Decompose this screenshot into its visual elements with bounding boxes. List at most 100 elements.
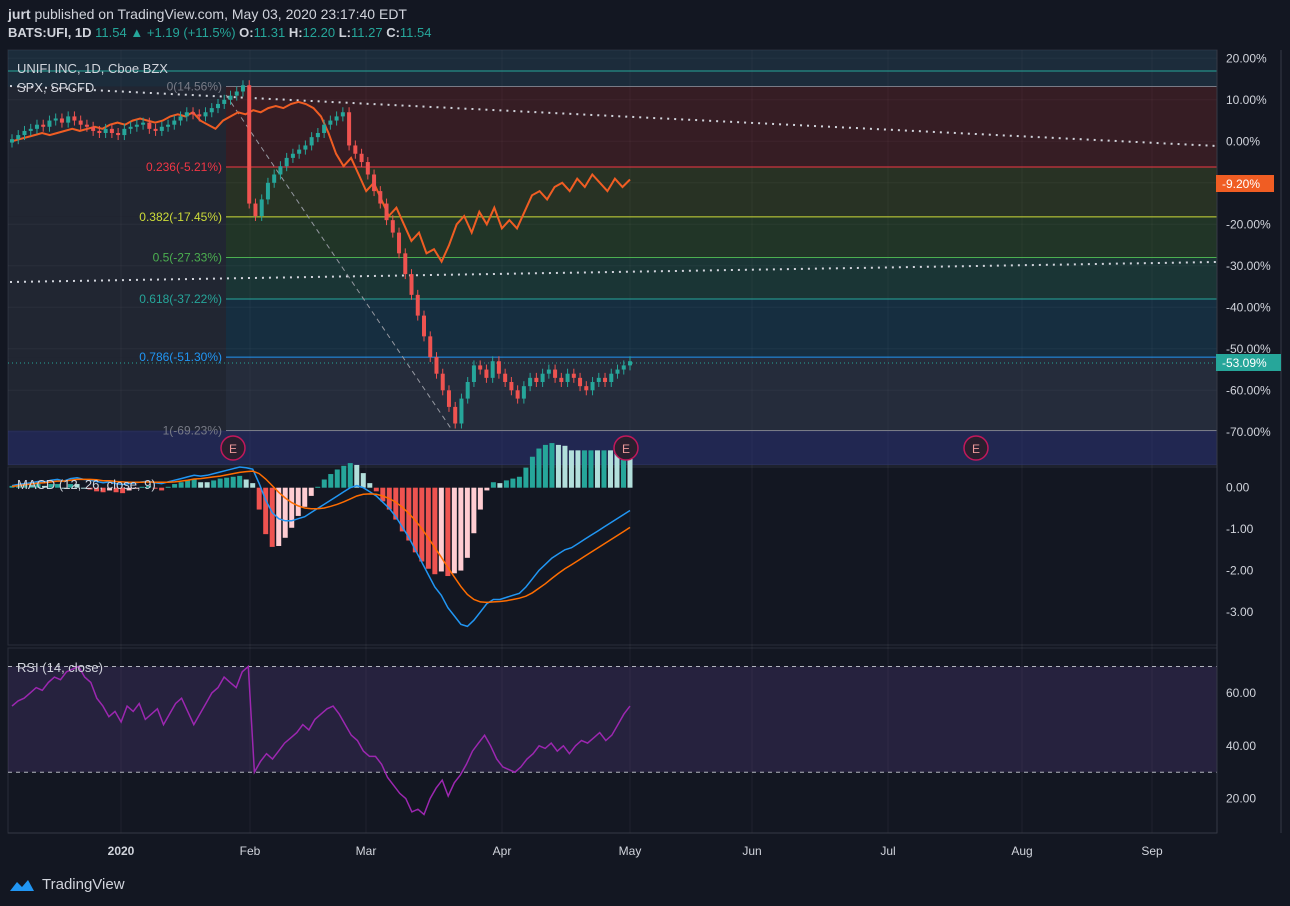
macd-pane-frame (7, 466, 1218, 646)
price-badge: -53.09% (1216, 354, 1281, 371)
macd-histogram-bar (328, 474, 334, 488)
fib-zone-left (8, 357, 226, 431)
candle-body (328, 120, 333, 125)
rsi-axis-label: 60.00 (1226, 686, 1256, 700)
candle-body (409, 274, 414, 295)
price-axis-label: -70.00% (1226, 425, 1271, 439)
macd-histogram-bar (256, 487, 262, 510)
candle-body (47, 120, 52, 127)
macd-histogram-bar (477, 487, 483, 510)
time-axis-label: Jul (880, 844, 895, 858)
earnings-marker-label: E (622, 442, 630, 456)
candle-body (128, 126, 133, 129)
candle-body (334, 116, 339, 121)
macd-histogram-bar (490, 482, 496, 488)
candle-body (278, 166, 283, 175)
fib-retracement[interactable]: 0(14.56%) 0.236(-5.21%) 0.382(-17.45%) 0.5(… (8, 50, 1217, 465)
rsi-band-fill (8, 666, 1217, 773)
spx-badge-text: -9.20% (1222, 177, 1260, 191)
candle-body (596, 377, 601, 382)
candle-body (59, 118, 64, 123)
macd-histogram-bar (282, 487, 288, 538)
macd-histogram-bar (159, 487, 165, 491)
candle-body (446, 390, 451, 407)
candle-body (403, 253, 408, 275)
candle-body (565, 373, 570, 382)
earnings-marker[interactable]: E (220, 435, 246, 461)
macd-histogram-bar (211, 480, 217, 488)
candle-body (159, 126, 164, 131)
time-axis-label: 2020 (108, 844, 135, 858)
macd-histogram-bar (601, 450, 607, 488)
candle-body (490, 361, 495, 378)
brand-name: TradingView (42, 876, 125, 893)
rsi-legend[interactable]: RSI (14, close) (17, 660, 103, 675)
candle-body (384, 203, 389, 221)
macd-histogram-bar (321, 479, 327, 488)
candle-body (184, 112, 189, 117)
macd-histogram-bar (341, 465, 347, 488)
macd-histogram-bar (269, 487, 275, 547)
candle-body (290, 153, 295, 158)
macd-histogram-bar (464, 487, 470, 558)
candle-body (471, 365, 476, 382)
candle-body (197, 114, 202, 117)
candle-body (28, 128, 33, 131)
macd-histogram-bar (230, 476, 236, 488)
candle-body (153, 128, 158, 131)
earnings-marker-label: E (972, 442, 980, 456)
macd-histogram-bar (172, 484, 178, 488)
macd-histogram-bar (204, 482, 210, 488)
candle-body (253, 203, 258, 216)
candle-body (191, 112, 196, 115)
rsi-axis-label: 20.00 (1226, 792, 1256, 806)
main-legend[interactable]: UNIFI INC, 1D, Cboe BZX (17, 61, 168, 76)
candle-body (72, 116, 77, 121)
candle-body (347, 112, 352, 146)
time-axis-label: Aug (1011, 844, 1032, 858)
price-badge-text: -53.09% (1222, 356, 1267, 370)
earnings-marker[interactable]: E (613, 435, 639, 461)
macd-histogram-bar (250, 483, 256, 488)
macd-histogram-bar (315, 486, 321, 488)
candle-body (559, 377, 564, 382)
macd-histogram-bar (432, 487, 438, 575)
price-axis-label: 10.00% (1226, 93, 1267, 107)
candle-body (365, 162, 370, 175)
candle-body (240, 85, 245, 92)
fib-zone-left (8, 86, 226, 168)
macd-histogram-bar (581, 450, 587, 488)
candle-body (484, 369, 489, 378)
time-axis-label: Apr (493, 844, 512, 858)
macd-histogram-bar (542, 444, 548, 488)
macd-histogram-bar (380, 487, 386, 502)
candle-body (166, 124, 171, 127)
candle-body (521, 386, 526, 399)
footer-brand[interactable]: TradingView (8, 876, 125, 893)
macd-axis-label: -3.00 (1226, 605, 1254, 619)
macd-histogram-bar (471, 487, 477, 534)
earnings-marker[interactable]: E (963, 435, 989, 461)
price-axis-label: -60.00% (1226, 383, 1271, 397)
fib-level-label: 0.236(-5.21%) (146, 160, 222, 174)
fib-level-label: 1(-69.23%) (163, 424, 222, 438)
macd-histogram-bar (373, 487, 379, 492)
macd-histogram-bar (354, 464, 360, 488)
candle-body (553, 369, 558, 378)
candle-body (415, 294, 420, 316)
fib-level-label: 0.5(-27.33%) (153, 251, 222, 265)
candle-body (53, 118, 58, 121)
candle-body (440, 373, 445, 391)
macd-histogram-bar (289, 487, 295, 528)
spx-badge: -9.20% (1216, 175, 1274, 192)
macd-histogram-bar (445, 487, 451, 577)
chart-canvas[interactable]: 0(14.56%) 0.236(-5.21%) 0.382(-17.45%) 0.5(… (0, 0, 1290, 906)
candle-body (103, 128, 108, 133)
compare-legend[interactable]: SPX, SPCFD (17, 80, 94, 95)
candle-body (10, 139, 14, 143)
candle-body (353, 145, 358, 154)
candle-body (584, 386, 589, 391)
macd-legend[interactable]: MACD (12, 26, close, 9) (17, 477, 156, 492)
macd-histogram-bar (243, 479, 249, 488)
price-axis-label: -20.00% (1226, 217, 1271, 231)
